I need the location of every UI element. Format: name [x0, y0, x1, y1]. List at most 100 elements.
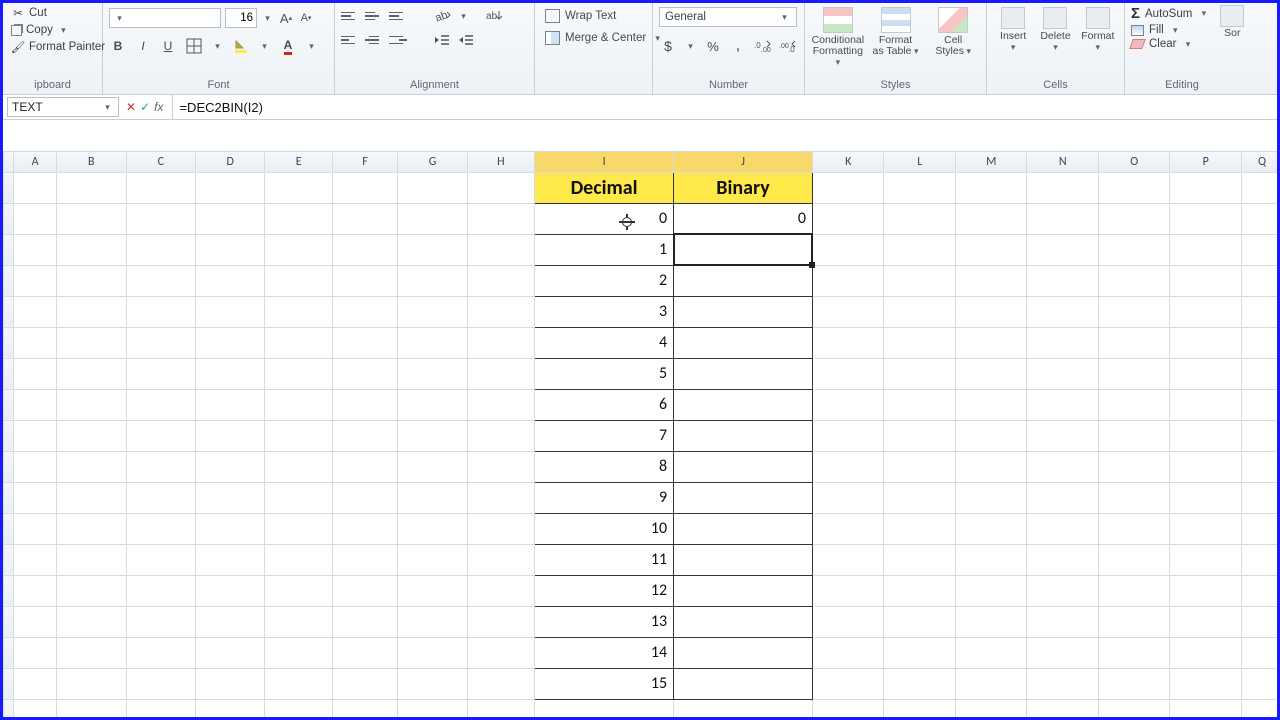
cell[interactable] — [884, 544, 956, 575]
cell[interactable] — [265, 420, 332, 451]
col-header[interactable]: H — [467, 152, 534, 172]
cell[interactable] — [1170, 234, 1242, 265]
cell[interactable] — [332, 265, 397, 296]
cell[interactable] — [1098, 296, 1170, 327]
cell[interactable] — [884, 668, 956, 699]
format-painter-button[interactable]: 🖌 Format Painter — [9, 39, 107, 55]
cell[interactable] — [884, 420, 956, 451]
cell[interactable] — [126, 482, 195, 513]
cell[interactable] — [674, 513, 813, 544]
cell[interactable] — [398, 544, 467, 575]
cell[interactable] — [1170, 699, 1242, 717]
cell[interactable] — [332, 234, 397, 265]
cell[interactable] — [1027, 668, 1099, 699]
cell[interactable] — [1027, 420, 1099, 451]
cell[interactable] — [1170, 482, 1242, 513]
underline-button[interactable]: U — [159, 37, 177, 55]
cell[interactable] — [1241, 265, 1277, 296]
cell[interactable] — [1241, 420, 1277, 451]
cell[interactable] — [812, 265, 884, 296]
cell[interactable]: 0 — [674, 203, 813, 234]
cell[interactable] — [126, 265, 195, 296]
row-header[interactable] — [4, 668, 14, 699]
row-header[interactable] — [4, 327, 14, 358]
grow-font-icon[interactable]: A▴ — [278, 9, 294, 27]
cell[interactable] — [265, 265, 332, 296]
cell[interactable] — [265, 327, 332, 358]
cell[interactable] — [1241, 296, 1277, 327]
cell[interactable] — [812, 389, 884, 420]
cell[interactable] — [1241, 451, 1277, 482]
cell[interactable] — [812, 234, 884, 265]
borders-button[interactable] — [184, 37, 204, 55]
sort-filter-icon[interactable] — [1220, 5, 1244, 27]
cell[interactable] — [955, 699, 1027, 717]
cell[interactable] — [884, 203, 956, 234]
cell[interactable] — [332, 296, 397, 327]
cell[interactable] — [1027, 575, 1099, 606]
cell[interactable] — [1027, 606, 1099, 637]
cell[interactable] — [332, 389, 397, 420]
cell[interactable] — [398, 296, 467, 327]
cell[interactable] — [265, 668, 332, 699]
row-header[interactable] — [4, 172, 14, 203]
cell[interactable] — [812, 482, 884, 513]
cell[interactable] — [674, 637, 813, 668]
cell[interactable] — [812, 699, 884, 717]
cell[interactable] — [812, 575, 884, 606]
cell[interactable] — [57, 296, 126, 327]
cell[interactable] — [955, 420, 1027, 451]
cell[interactable] — [398, 327, 467, 358]
cancel-icon[interactable]: ✕ — [126, 100, 136, 114]
cell[interactable] — [14, 513, 57, 544]
cell[interactable] — [332, 668, 397, 699]
cell[interactable] — [467, 172, 534, 203]
cell[interactable] — [196, 420, 265, 451]
delete-button[interactable]: Delete▾ — [1035, 7, 1075, 53]
row-header[interactable] — [4, 296, 14, 327]
increase-indent-button[interactable] — [457, 31, 475, 49]
cell[interactable] — [398, 606, 467, 637]
cell[interactable] — [265, 606, 332, 637]
cell[interactable] — [1027, 513, 1099, 544]
cell[interactable] — [332, 327, 397, 358]
cell[interactable] — [467, 358, 534, 389]
cell[interactable] — [126, 172, 195, 203]
cell[interactable] — [332, 699, 397, 717]
cell[interactable] — [57, 327, 126, 358]
font-name-select[interactable]: ▾ — [109, 8, 221, 28]
cell[interactable] — [1098, 451, 1170, 482]
cell[interactable] — [674, 482, 813, 513]
wrap-text-button[interactable]: Wrap Text — [545, 9, 664, 23]
cell[interactable] — [812, 668, 884, 699]
cell[interactable] — [1241, 606, 1277, 637]
cell[interactable] — [265, 544, 332, 575]
cell[interactable] — [14, 699, 57, 717]
cell[interactable] — [812, 451, 884, 482]
clear-button[interactable]: Clear ▾ — [1131, 38, 1210, 50]
cell[interactable] — [884, 513, 956, 544]
cell[interactable] — [812, 172, 884, 203]
cell[interactable] — [1027, 482, 1099, 513]
cell[interactable] — [467, 575, 534, 606]
align-top-icon[interactable] — [341, 9, 359, 23]
cell[interactable] — [126, 513, 195, 544]
cell[interactable] — [196, 451, 265, 482]
cell[interactable] — [14, 389, 57, 420]
insert-button[interactable]: Insert▾ — [993, 7, 1033, 53]
cell[interactable] — [812, 606, 884, 637]
col-header[interactable]: P — [1170, 152, 1242, 172]
cell[interactable] — [955, 513, 1027, 544]
cell[interactable] — [812, 327, 884, 358]
cell[interactable] — [1027, 296, 1099, 327]
copy-button[interactable]: Copy ▾ — [9, 23, 107, 37]
cell[interactable] — [57, 451, 126, 482]
cell[interactable] — [196, 172, 265, 203]
cell[interactable] — [398, 482, 467, 513]
cell[interactable] — [398, 668, 467, 699]
cell[interactable] — [196, 513, 265, 544]
cell[interactable] — [332, 544, 397, 575]
merge-center-button[interactable]: Merge & Center ▾ — [545, 31, 664, 45]
fill-color-button[interactable] — [231, 37, 251, 55]
spreadsheet-grid[interactable]: A B C D E F G H I J K L M N O P Q — [3, 152, 1277, 717]
